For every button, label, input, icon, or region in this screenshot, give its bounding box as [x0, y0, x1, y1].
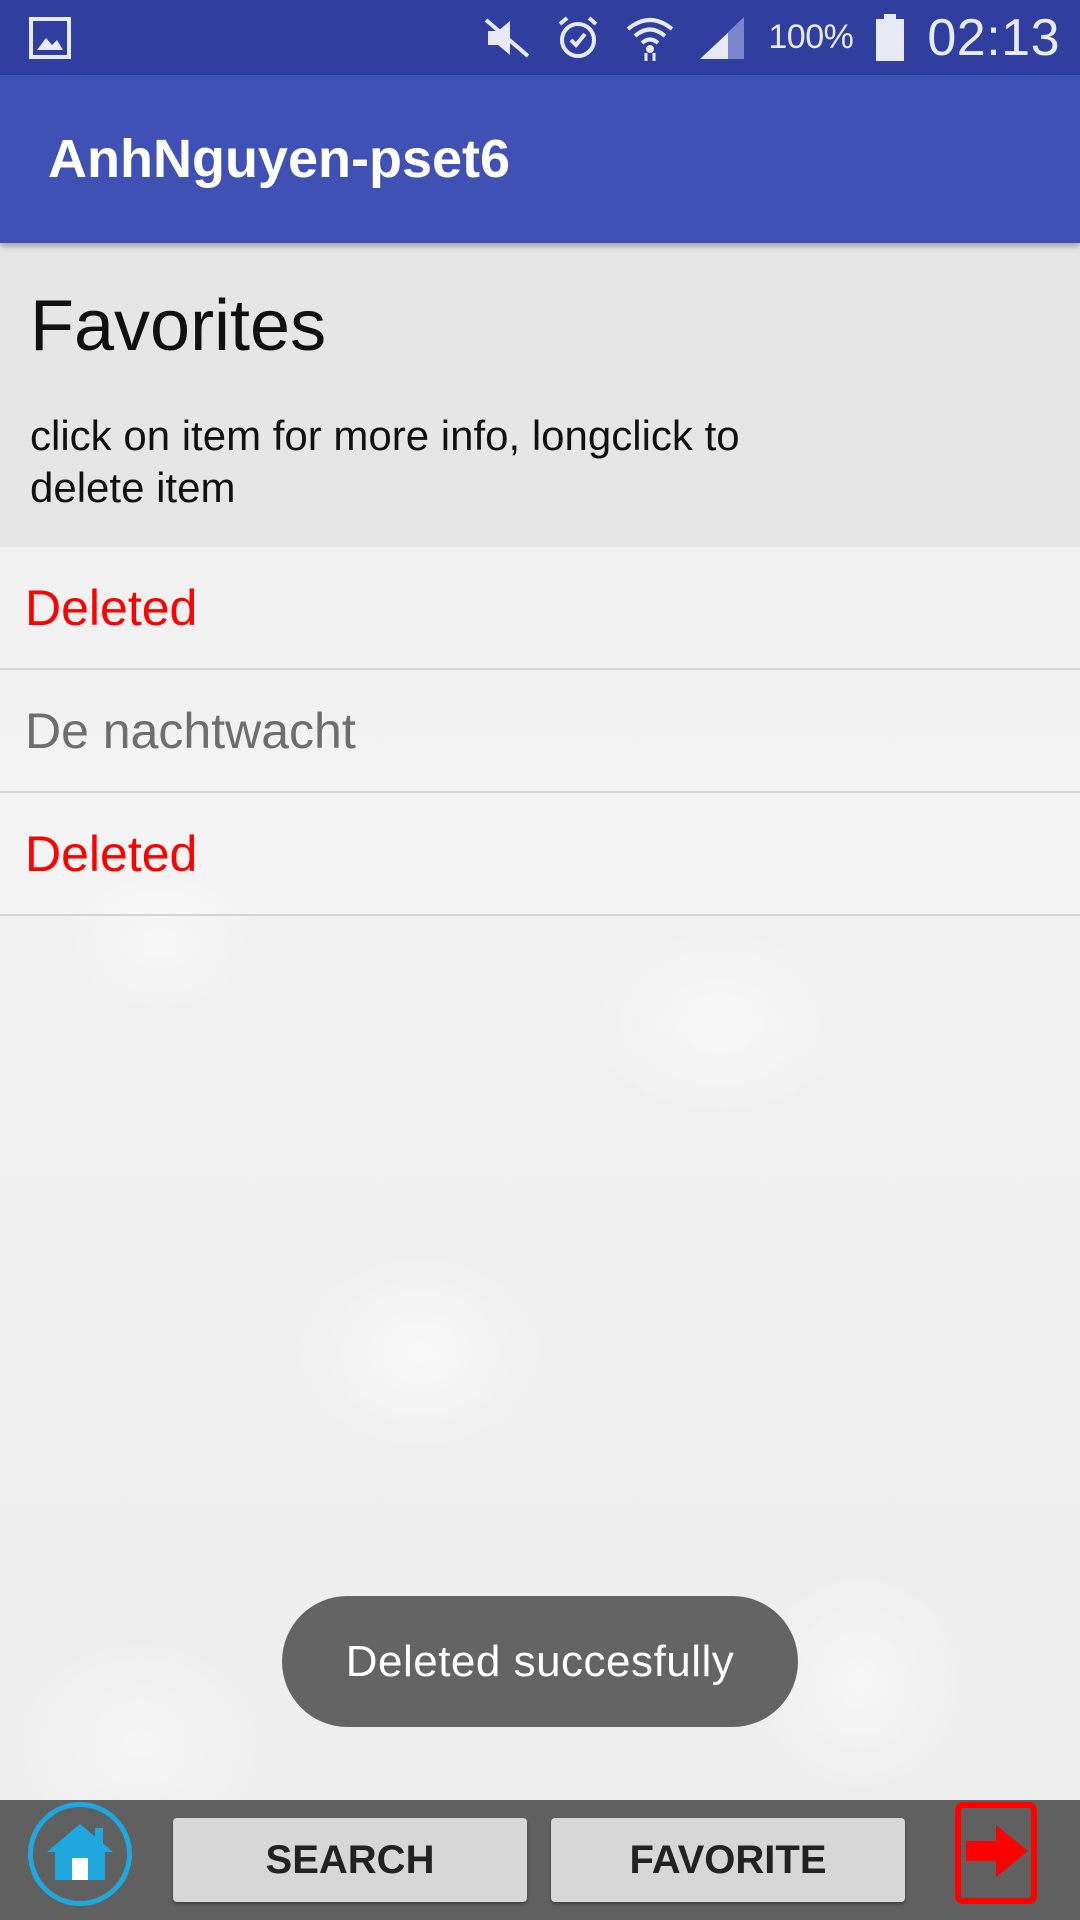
- list-item-label: Deleted: [25, 825, 198, 882]
- favorite-button-label: FAVORITE: [629, 1837, 827, 1882]
- bottom-nav: [0, 1800, 1080, 1920]
- search-button[interactable]: SEARCH: [173, 1818, 527, 1902]
- home-icon: [45, 1820, 115, 1889]
- list-item[interactable]: De nachtwacht: [0, 670, 1080, 793]
- favorites-list: Deleted De nachtwacht Deleted: [0, 547, 1080, 916]
- toast-message: Deleted succesfully: [282, 1596, 798, 1727]
- clock: 02:13: [927, 8, 1060, 67]
- gallery-icon: [28, 16, 72, 60]
- list-item[interactable]: Deleted: [0, 547, 1080, 670]
- logout-icon: [956, 1819, 1036, 1888]
- home-button[interactable]: [28, 1802, 132, 1906]
- mute-icon: [482, 16, 532, 60]
- alarm-icon: [554, 14, 602, 62]
- logout-button[interactable]: [955, 1802, 1037, 1904]
- list-item-label: Deleted: [25, 579, 198, 636]
- app-title: AnhNguyen-pset6: [48, 129, 511, 189]
- status-bar: 100% 02:13: [0, 0, 1080, 75]
- wifi-icon: [624, 13, 676, 63]
- search-button-label: SEARCH: [265, 1837, 435, 1882]
- list-item[interactable]: Deleted: [0, 793, 1080, 916]
- signal-icon: [698, 15, 746, 61]
- app-bar: AnhNguyen-pset6: [0, 75, 1080, 243]
- battery-percent: 100%: [768, 18, 854, 56]
- favorite-button[interactable]: FAVORITE: [551, 1818, 905, 1902]
- page-title: Favorites: [30, 286, 327, 366]
- list-item-label: De nachtwacht: [25, 702, 356, 759]
- toast-text: Deleted succesfully: [345, 1636, 735, 1686]
- battery-icon: [875, 13, 905, 62]
- page-subtitle: click on item for more info, longclick t…: [30, 412, 740, 511]
